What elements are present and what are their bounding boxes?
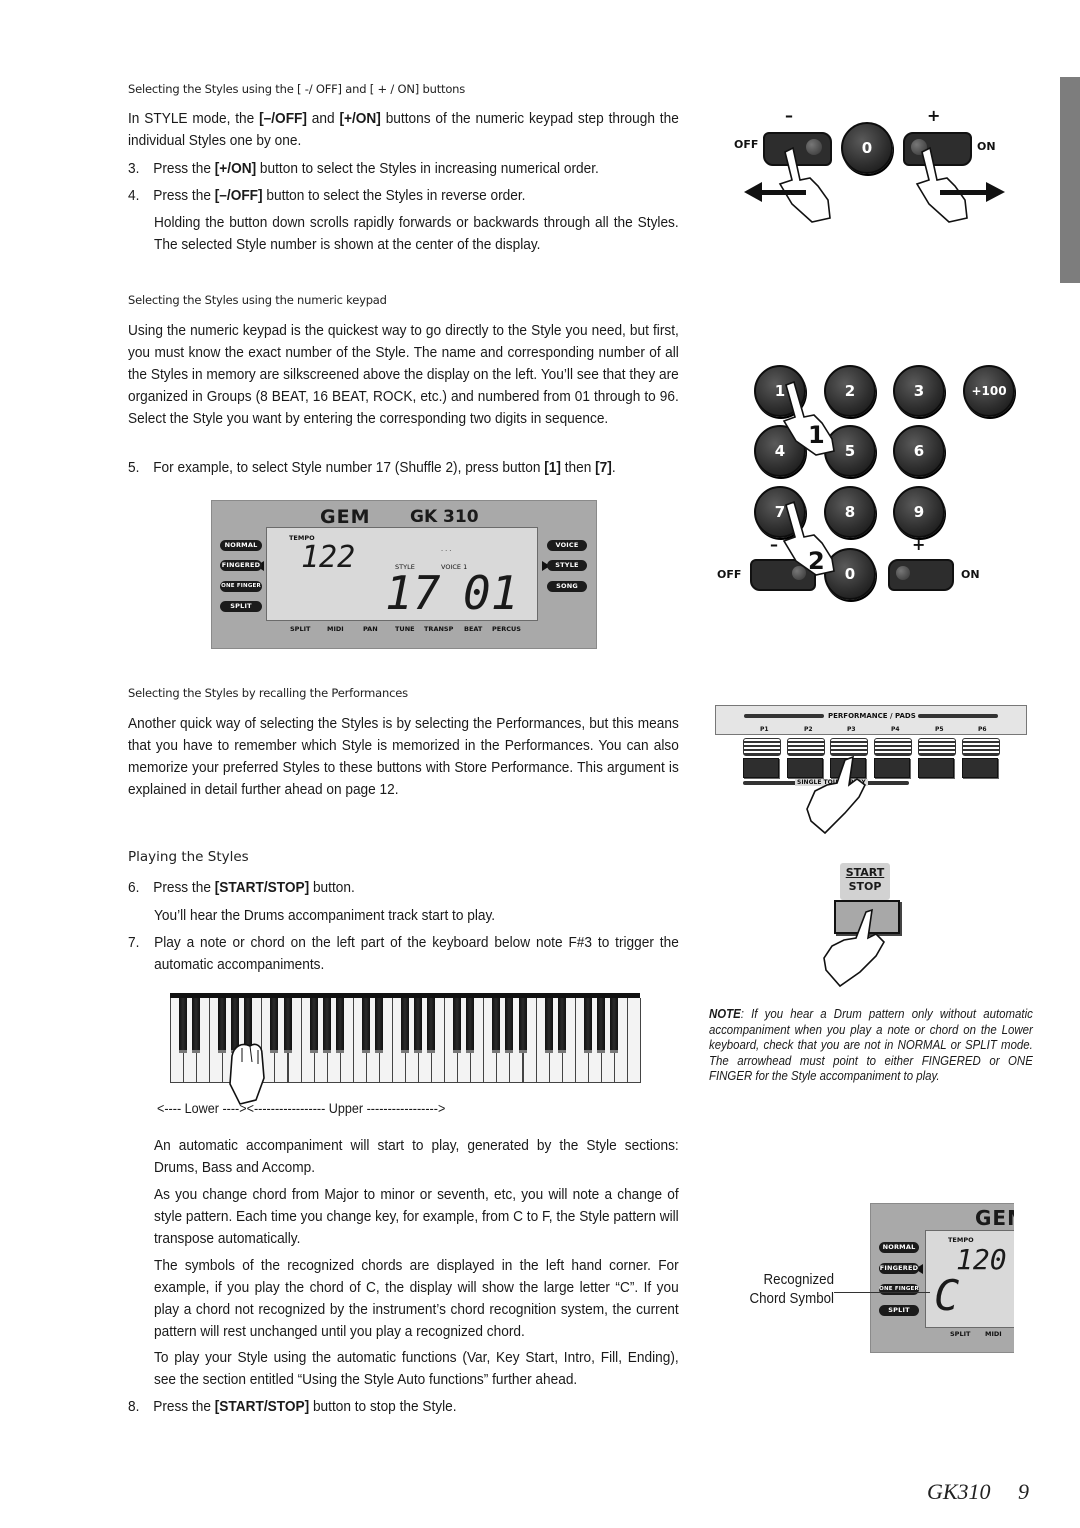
step-6-note: You’ll hear the Drums accompaniment trac… <box>154 907 496 924</box>
step-5: 5. For example, to select Style number 17… <box>128 459 616 476</box>
mode-button-style[interactable]: STYLE <box>547 560 587 571</box>
black-key[interactable] <box>557 998 566 1053</box>
step-number-2: 2 <box>808 547 825 575</box>
black-key[interactable] <box>544 998 553 1053</box>
lcd-screen: TEMPO 120 C <box>925 1230 1014 1328</box>
bottom-label-tune: TUNE <box>395 625 415 633</box>
black-key[interactable] <box>335 998 344 1053</box>
mode-button-song[interactable]: SONG <box>547 581 587 592</box>
brand-logo: GEM <box>320 506 371 528</box>
pressing-hand-icon <box>806 755 867 835</box>
mode-button-one-finger[interactable]: ONE FINGER <box>879 1284 919 1295</box>
bottom-label-beat: BEAT <box>464 625 483 633</box>
black-key[interactable] <box>309 998 318 1053</box>
step-8: 8. Press the [START/STOP] button to stop … <box>128 1398 457 1415</box>
lcd-screen: TEMPO 122 . . . STYLE VOICE 1 17 01 <box>266 527 538 621</box>
step-6: 6. Press the [START/STOP] button. <box>128 879 355 896</box>
chapter-tab <box>1060 77 1080 283</box>
callout-line <box>834 1292 930 1293</box>
footer-page-number: 9 <box>1018 1479 1029 1504</box>
bottom-label-split: SPLIT <box>950 1330 971 1338</box>
black-key[interactable] <box>492 998 501 1053</box>
mode-button-split[interactable]: SPLIT <box>220 601 262 612</box>
section-intro-off-on: In STYLE mode, the [–/OFF] and [+/ON] bu… <box>128 110 679 149</box>
model-name: GK 310 <box>410 507 479 527</box>
hand-arrows-icon <box>744 146 1005 223</box>
figure-off-on-buttons: – + OFF 0 ON <box>700 100 1030 230</box>
section-heading-off-on: Selecting the Styles using the [ -/ OFF]… <box>128 82 466 96</box>
bottom-label-transp: TRANSP <box>424 625 454 633</box>
tempo-value: 120 <box>956 1243 1007 1276</box>
display-panel-chord: GEM TEMPO 120 C NORMAL FINGERED ONE FING… <box>870 1203 1014 1353</box>
note-box: NOTE: If you hear a Drum pattern only wi… <box>709 1006 1033 1084</box>
black-key[interactable] <box>270 998 279 1053</box>
bottom-label-percus: PERCUS <box>492 625 521 633</box>
callout-label: Recognized Chord Symbol <box>749 1272 834 1307</box>
paragraph-chord-symbols: The symbols of the recognized chords are… <box>154 1257 679 1340</box>
mode-button-fingered[interactable]: FINGERED <box>879 1263 919 1274</box>
bottom-label-pan: PAN <box>363 625 378 633</box>
section-body-keypad: Using the numeric keypad is the quickest… <box>128 322 679 427</box>
section-heading-performances: Selecting the Styles by recalling the Pe… <box>128 686 408 700</box>
black-key[interactable] <box>518 998 527 1053</box>
mode-button-normal[interactable]: NORMAL <box>879 1242 919 1253</box>
black-key[interactable] <box>414 998 423 1053</box>
footer-model: GK310 <box>927 1479 991 1504</box>
black-key[interactable] <box>361 998 370 1053</box>
black-key[interactable] <box>609 998 618 1053</box>
black-key[interactable] <box>401 998 409 1053</box>
step-number-1: 1 <box>808 421 825 449</box>
black-key[interactable] <box>505 998 514 1053</box>
section-heading-playing: Playing the Styles <box>128 849 249 865</box>
figure-numeric-keypad: 1 2 3 +100 4 5 6 7 8 9 – + OFF 0 ON 1 2 <box>700 355 1040 610</box>
step-4: 4. Press the [–/OFF] button to select the… <box>128 187 526 204</box>
keyboard <box>170 993 641 1105</box>
figure-start-stop: START STOP <box>810 860 910 990</box>
figure-performance-pads: PERFORMANCE / PADS P1 P2 P3 P4 P5 P6 SIN… <box>715 705 1027 835</box>
note-text: : If you hear a Drum pattern only withou… <box>709 1006 1033 1083</box>
note-label: NOTE <box>709 1006 741 1021</box>
section-body-performances: Another quick way of selecting the Style… <box>128 715 679 798</box>
style-number: 17 <box>385 566 441 620</box>
paragraph-auto-accompaniment: An automatic accompaniment will start to… <box>154 1137 679 1176</box>
black-key[interactable] <box>192 998 201 1053</box>
white-key[interactable] <box>626 998 641 1083</box>
display-panel-main: GEM GK 310 TEMPO 122 . . . STYLE VOICE 1… <box>211 500 597 649</box>
black-key[interactable] <box>596 998 605 1053</box>
dots-indicator: . . . <box>441 545 452 553</box>
black-key[interactable] <box>374 998 383 1053</box>
mode-button-voice[interactable]: VOICE <box>547 540 587 551</box>
keyboard-caption: <---- Lower ----><----------------- Uppe… <box>157 1100 446 1116</box>
black-key[interactable] <box>427 998 436 1053</box>
mode-button-fingered[interactable]: FINGERED <box>220 560 262 571</box>
bottom-label-split: SPLIT <box>290 625 311 633</box>
black-key[interactable] <box>283 998 292 1053</box>
black-key[interactable] <box>453 998 462 1053</box>
mode-button-one-finger[interactable]: ONE FINGER <box>220 581 262 592</box>
paragraph-auto-functions: To play your Style using the automatic f… <box>154 1349 679 1388</box>
voice-number: 01 <box>463 566 519 620</box>
step-4-note: Holding the button down scrolls rapidly … <box>154 214 679 253</box>
step-3: 3. Press the [+/ON] button to select the … <box>128 160 599 177</box>
step-7: 7. Play a note or chord on the left part… <box>128 934 679 973</box>
hand-on-keys-icon <box>229 1043 265 1105</box>
black-key[interactable] <box>583 998 592 1053</box>
tempo-value: 122 <box>301 540 356 575</box>
mode-button-split[interactable]: SPLIT <box>879 1305 919 1316</box>
black-key[interactable] <box>466 998 475 1053</box>
black-key[interactable] <box>322 998 331 1053</box>
paragraph-chord-change: As you change chord from Major to minor … <box>154 1186 679 1247</box>
chord-symbol: C <box>934 1271 960 1320</box>
bottom-label-midi: MIDI <box>985 1330 1002 1338</box>
section-heading-keypad: Selecting the Styles using the numeric k… <box>128 293 387 307</box>
bottom-label-midi: MIDI <box>327 625 344 633</box>
brand-logo: GEM <box>975 1206 1014 1230</box>
pressing-hand-icon <box>782 380 835 576</box>
mode-button-normal[interactable]: NORMAL <box>220 540 262 551</box>
black-key[interactable] <box>179 998 188 1053</box>
pressing-hand-icon <box>823 908 885 988</box>
